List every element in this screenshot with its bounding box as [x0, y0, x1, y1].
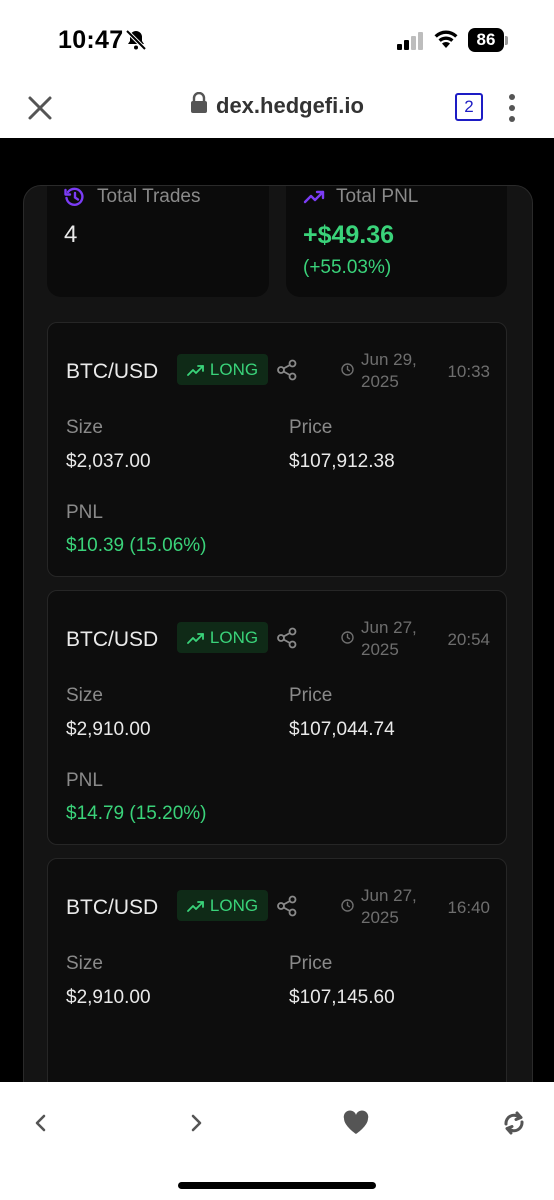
- heart-icon[interactable]: [342, 1110, 370, 1141]
- browser-bottom-bar: [0, 1082, 554, 1200]
- total-pnl-card: Total PNL +$49.36 (+55.03%): [286, 186, 507, 297]
- more-menu-icon[interactable]: [505, 93, 519, 123]
- price-label: Price: [289, 417, 333, 438]
- close-icon[interactable]: [26, 94, 54, 122]
- trade-date: Jun 27, 2025: [361, 618, 417, 659]
- battery-tip: [505, 36, 508, 45]
- total-pnl-percent: (+55.03%): [303, 257, 392, 278]
- trending-up-icon: [187, 632, 204, 644]
- size-value: $2,910.00: [66, 987, 151, 1008]
- long-badge: LONG: [177, 622, 268, 653]
- trade-card[interactable]: BTC/USD LONG Jun 29, 2025 10:33 Size $2,0…: [47, 322, 507, 577]
- total-trades-label: Total Trades: [97, 186, 201, 207]
- history-icon: [64, 186, 86, 213]
- long-badge-label: LONG: [209, 627, 259, 647]
- bell-muted-icon: [124, 28, 148, 57]
- home-indicator: [178, 1182, 376, 1189]
- clock-icon: [341, 631, 354, 649]
- trending-up-icon: [303, 186, 325, 213]
- share-icon[interactable]: [276, 359, 298, 386]
- total-pnl-value: +$49.36: [303, 221, 395, 249]
- trade-pair: BTC/USD: [66, 896, 159, 919]
- size-label: Size: [66, 953, 103, 974]
- trade-date: Jun 29, 2025: [361, 350, 417, 391]
- web-page: Total Trades 4 Total PNL +$49.36 (+55.03…: [0, 138, 554, 1082]
- price-label: Price: [289, 685, 333, 706]
- price-label: Price: [289, 953, 333, 974]
- cellular-signal-icon: [397, 32, 425, 55]
- pnl-value: $14.79 (15.20%): [66, 803, 207, 824]
- size-label: Size: [66, 685, 103, 706]
- trade-card[interactable]: BTC/USD LONG Jun 27, 2025 16:40 Size $2,9…: [47, 858, 507, 1082]
- lock-icon: [190, 91, 208, 119]
- long-badge: LONG: [177, 354, 268, 385]
- trending-up-icon: [187, 900, 204, 912]
- status-bar: 10:47 86: [0, 0, 554, 80]
- share-icon[interactable]: [276, 895, 298, 922]
- total-pnl-label: Total PNL: [336, 186, 419, 207]
- trending-up-icon: [187, 364, 204, 376]
- trade-pair: BTC/USD: [66, 628, 159, 651]
- address-bar[interactable]: dex.hedgefi.io: [190, 91, 364, 119]
- chevron-right-icon[interactable]: [190, 1113, 204, 1138]
- refresh-icon[interactable]: [500, 1109, 528, 1142]
- trade-time: 16:40: [447, 898, 490, 917]
- pnl-value: $10.39 (15.06%): [66, 535, 207, 556]
- chevron-left-icon[interactable]: [33, 1113, 47, 1138]
- trade-card[interactable]: BTC/USD LONG Jun 27, 2025 20:54 Size $2,9…: [47, 590, 507, 845]
- long-badge-label: LONG: [209, 359, 259, 379]
- clock-icon: [341, 899, 354, 917]
- long-badge-label: LONG: [209, 895, 259, 915]
- clock-icon: [341, 363, 354, 381]
- trade-time: 20:54: [447, 630, 490, 649]
- trade-time: 10:33: [447, 362, 490, 381]
- size-label: Size: [66, 417, 103, 438]
- pnl-label: PNL: [66, 770, 103, 791]
- url-text: dex.hedgefi.io: [216, 92, 364, 118]
- price-value: $107,912.38: [289, 451, 395, 472]
- browser-toolbar: dex.hedgefi.io 2: [0, 80, 554, 138]
- pnl-label: PNL: [66, 502, 103, 523]
- share-icon[interactable]: [276, 627, 298, 654]
- status-time: 10:47: [58, 26, 124, 54]
- price-value: $107,044.74: [289, 719, 395, 740]
- price-value: $107,145.60: [289, 987, 395, 1008]
- total-trades-card: Total Trades 4: [47, 186, 269, 297]
- size-value: $2,037.00: [66, 451, 151, 472]
- trade-pair: BTC/USD: [66, 360, 159, 383]
- size-value: $2,910.00: [66, 719, 151, 740]
- tabs-button[interactable]: 2: [455, 93, 483, 121]
- battery-icon: 86: [468, 28, 504, 52]
- wifi-icon: [433, 29, 459, 54]
- trade-date: Jun 27, 2025: [361, 886, 417, 927]
- total-trades-value: 4: [64, 221, 78, 248]
- trades-panel: Total Trades 4 Total PNL +$49.36 (+55.03…: [23, 185, 533, 1082]
- long-badge: LONG: [177, 890, 268, 921]
